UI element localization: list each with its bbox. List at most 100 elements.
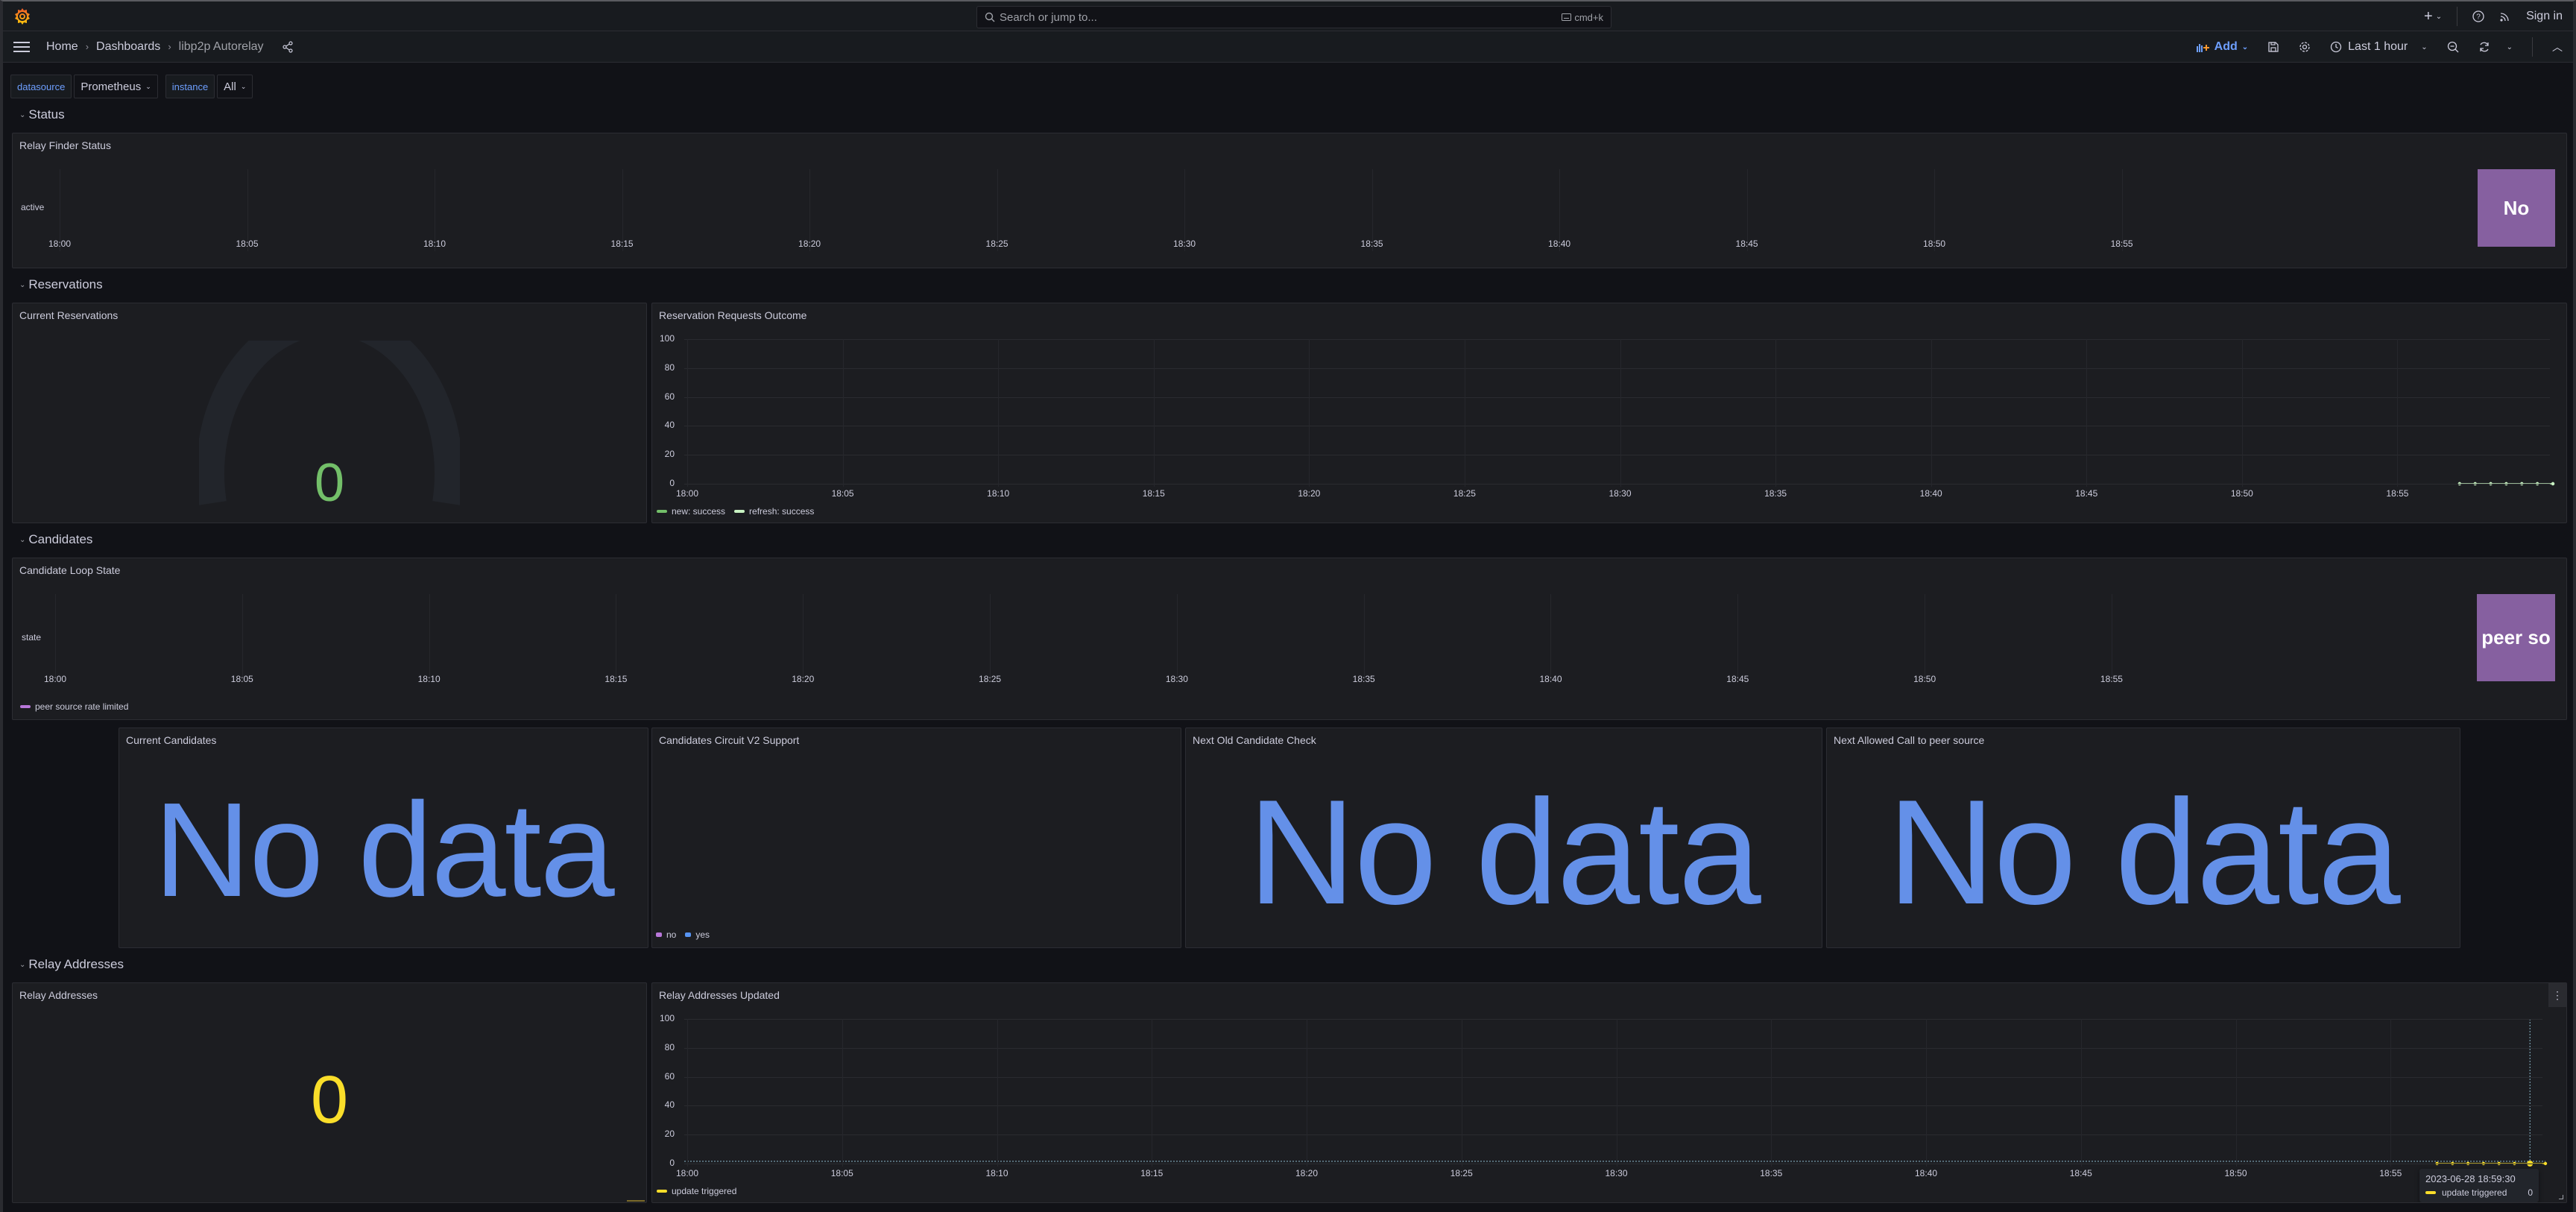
search-shortcut-text: cmd+k bbox=[1574, 11, 1603, 23]
time-range-picker[interactable]: Last 1 hour ⌄ bbox=[2330, 40, 2428, 54]
grid-line bbox=[684, 1019, 2542, 1020]
row-title: Relay Addresses bbox=[28, 957, 124, 971]
row-candidates[interactable]: ⌄ Candidates bbox=[19, 532, 92, 547]
grid-line bbox=[2397, 339, 2399, 487]
y-tick-label: 100 bbox=[659, 333, 675, 344]
x-tick-label: 18:10 bbox=[423, 239, 446, 249]
news-button[interactable] bbox=[2499, 10, 2511, 22]
breadcrumb-dashboards[interactable]: Dashboards bbox=[96, 40, 160, 54]
clock-icon bbox=[2331, 41, 2342, 53]
data-point[interactable] bbox=[2551, 482, 2555, 486]
row-reservations[interactable]: ⌄ Reservations bbox=[19, 277, 103, 292]
y-tick-label: 80 bbox=[664, 362, 675, 373]
y-tick-label: 20 bbox=[664, 1129, 675, 1140]
share-icon[interactable] bbox=[282, 40, 294, 53]
x-tick-label: 18:30 bbox=[1605, 1168, 1628, 1178]
x-tick-label: 18:35 bbox=[1360, 239, 1383, 249]
panel-relay-finder-status: Relay Finder Status active No 18:00 18:05… bbox=[12, 133, 2567, 268]
x-tick-label: 18:30 bbox=[1165, 674, 1188, 684]
state-value-box[interactable]: No bbox=[2478, 169, 2555, 247]
instance-value: All bbox=[224, 80, 236, 93]
chevron-down-icon[interactable]: ⌄ bbox=[2507, 43, 2513, 51]
variable-label: datasource bbox=[10, 75, 72, 98]
grid-line bbox=[2241, 339, 2243, 487]
x-tick-label: 18:55 bbox=[2100, 674, 2123, 684]
legend-swatch bbox=[734, 510, 745, 513]
keyboard-icon bbox=[1562, 13, 1572, 21]
state-row-label: state bbox=[22, 632, 42, 643]
search-shortcut: cmd+k bbox=[1562, 12, 1603, 23]
data-point[interactable] bbox=[2543, 1161, 2548, 1166]
grid-line bbox=[242, 594, 243, 682]
panel-title: Next Old Candidate Check bbox=[1193, 734, 1316, 746]
chevron-down-icon: ⌄ bbox=[2241, 42, 2249, 51]
y-tick-label: 0 bbox=[669, 478, 675, 488]
resize-handle[interactable] bbox=[2559, 1195, 2563, 1199]
grid-line bbox=[684, 1134, 2542, 1136]
save-icon bbox=[2268, 42, 2279, 52]
row-relay-addresses[interactable]: ⌄ Relay Addresses bbox=[19, 957, 124, 972]
zoom-out-icon bbox=[2447, 41, 2459, 53]
datasource-value: Prometheus bbox=[80, 80, 142, 93]
breadcrumb-current: libp2p Autorelay bbox=[178, 40, 264, 53]
breadcrumb-home[interactable]: Home bbox=[46, 40, 78, 54]
legend-label: no bbox=[666, 929, 677, 940]
new-button[interactable]: + ⌄ bbox=[2424, 8, 2442, 25]
grid-line bbox=[842, 1019, 843, 1167]
grafana-logo-icon[interactable] bbox=[13, 7, 31, 25]
gear-icon bbox=[2299, 42, 2310, 52]
legend-item[interactable]: new: success bbox=[657, 506, 725, 517]
x-tick-label: 18:15 bbox=[1140, 1168, 1164, 1178]
chevron-down-icon: ⌄ bbox=[145, 82, 151, 90]
grid-line bbox=[684, 397, 2550, 398]
grid-line bbox=[684, 1105, 2542, 1107]
collapse-icon[interactable]: ︿ bbox=[2552, 40, 2563, 54]
row-status[interactable]: ⌄ Status bbox=[19, 107, 65, 122]
x-tick-label: 18:50 bbox=[1913, 674, 1936, 684]
x-tick-label: 18:20 bbox=[1298, 488, 1321, 499]
refresh-button[interactable]: ⌄ bbox=[2478, 41, 2513, 53]
legend-item[interactable]: peer source rate limited bbox=[20, 701, 128, 712]
grid-line bbox=[1620, 339, 1621, 487]
instance-select[interactable]: All ⌄ bbox=[217, 75, 253, 98]
legend-label: peer source rate limited bbox=[35, 701, 129, 712]
grid-line bbox=[55, 594, 56, 682]
search-input[interactable]: Search or jump to... cmd+k bbox=[976, 6, 1611, 28]
x-tick-label: 18:45 bbox=[1726, 674, 1749, 684]
add-button[interactable]: Add ⌄ bbox=[2196, 40, 2249, 54]
state-value-box[interactable]: peer so bbox=[2477, 594, 2555, 681]
save-button[interactable] bbox=[2267, 41, 2279, 53]
y-tick-label: 0 bbox=[669, 1158, 675, 1168]
zoom-out-button[interactable] bbox=[2447, 41, 2459, 53]
x-tick-label: 18:05 bbox=[831, 488, 854, 499]
datasource-select[interactable]: Prometheus ⌄ bbox=[74, 75, 158, 98]
x-tick-label: 18:10 bbox=[417, 674, 441, 684]
legend: no yes bbox=[656, 929, 710, 940]
x-tick-label: 18:05 bbox=[830, 1168, 853, 1178]
panel-title: Candidate Loop State bbox=[19, 564, 121, 576]
chevron-down-icon: ⌄ bbox=[19, 535, 26, 544]
legend-swatch bbox=[656, 932, 662, 937]
menu-icon[interactable] bbox=[13, 41, 30, 52]
panel-title: Current Candidates bbox=[126, 734, 217, 746]
x-tick-label: 18:10 bbox=[985, 1168, 1008, 1178]
svg-text:?: ? bbox=[2476, 13, 2481, 22]
legend-item[interactable]: yes bbox=[685, 929, 710, 940]
sparkline bbox=[627, 1200, 645, 1202]
breadcrumb: Home › Dashboards › libp2p Autorelay bbox=[46, 40, 294, 54]
settings-button[interactable] bbox=[2299, 41, 2311, 53]
legend-item[interactable]: refresh: success bbox=[734, 506, 814, 517]
x-tick-label: 18:20 bbox=[798, 239, 821, 249]
add-panel-icon bbox=[2196, 44, 2209, 52]
help-button[interactable]: ? bbox=[2472, 10, 2484, 22]
panel-candidate-loop-state: Candidate Loop State state peer so peer … bbox=[12, 558, 2567, 720]
chevron-down-icon: ⌄ bbox=[19, 280, 26, 289]
legend-item[interactable]: no bbox=[656, 929, 676, 940]
sign-in-link[interactable]: Sign in bbox=[2526, 10, 2563, 23]
legend-item[interactable]: update triggered bbox=[657, 1186, 736, 1196]
x-tick-label: 18:40 bbox=[1919, 488, 1942, 499]
grid-line bbox=[1775, 339, 1777, 487]
state-row-label: active bbox=[21, 202, 45, 212]
help-icon: ? bbox=[2472, 10, 2484, 22]
x-tick-label: 18:05 bbox=[236, 239, 259, 249]
